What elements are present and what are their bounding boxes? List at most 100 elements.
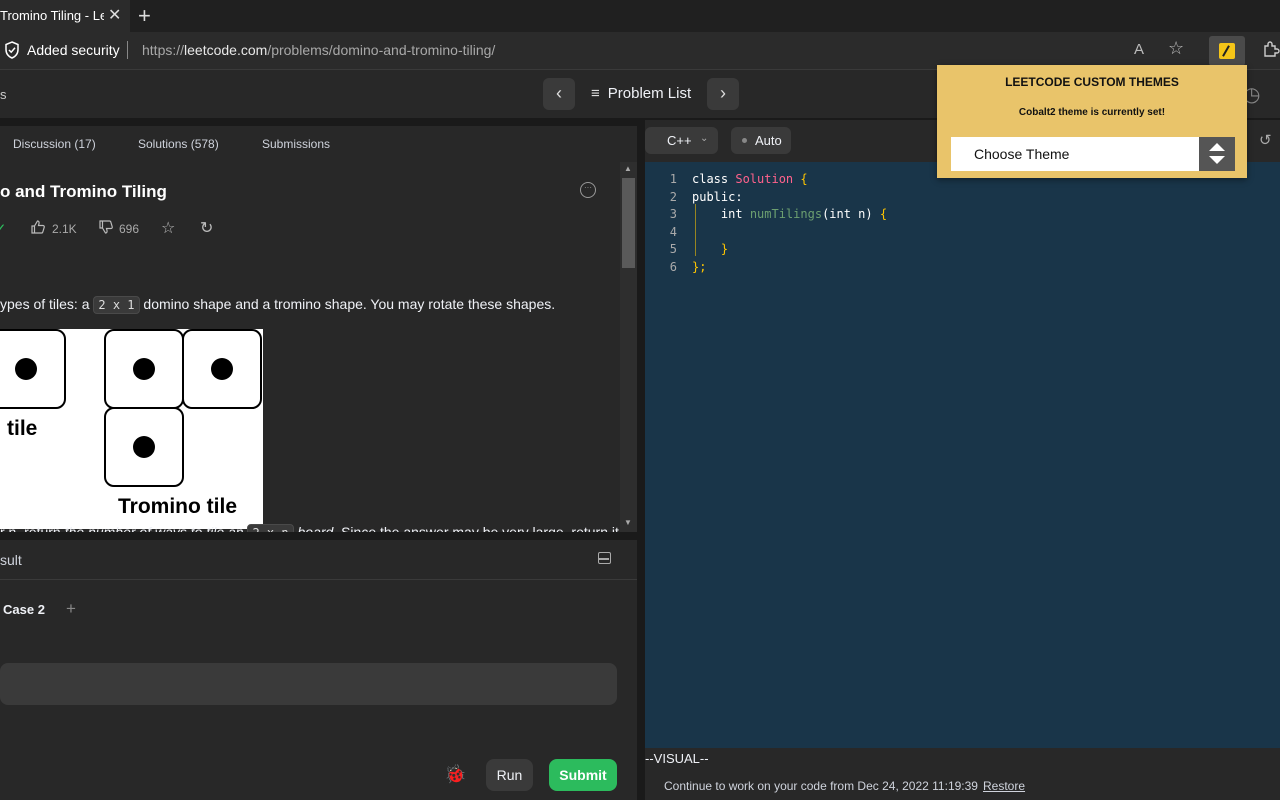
close-tab-icon[interactable]: ✕ bbox=[108, 5, 121, 25]
panel-divider-horizontal[interactable] bbox=[0, 532, 637, 540]
next-problem-button[interactable]: › bbox=[707, 78, 739, 110]
inline-code-2xn: 2 x n bbox=[247, 524, 294, 532]
case-2-tab[interactable]: Case 2 bbox=[3, 602, 45, 617]
star-icon[interactable]: ☆ bbox=[161, 218, 175, 238]
theme-select[interactable]: Choose Theme bbox=[951, 137, 1235, 171]
list-icon: ≡ bbox=[591, 85, 600, 102]
url-host: leetcode.com bbox=[184, 42, 268, 58]
desc-text: . Since the answer may be very large, re… bbox=[333, 524, 619, 532]
scroll-down-arrow-icon[interactable]: ▼ bbox=[624, 518, 632, 527]
desc-text: r n, return bbox=[0, 524, 65, 532]
custom-themes-popup: LEETCODE CUSTOM THEMES Cobalt2 theme is … bbox=[937, 65, 1247, 178]
add-case-icon[interactable]: + bbox=[66, 599, 76, 619]
desc-italic: board bbox=[297, 524, 334, 532]
testcase-input[interactable] bbox=[0, 663, 617, 705]
desc-italic: the number of ways to tile an bbox=[64, 524, 244, 532]
code-line: int numTilings(int n) { bbox=[692, 207, 887, 221]
tromino-dot bbox=[133, 436, 155, 458]
domino-dot bbox=[15, 358, 37, 380]
run-button[interactable]: Run bbox=[486, 759, 533, 791]
code-function-name: numTilings bbox=[749, 207, 823, 221]
browser-tab[interactable]: Tromino Tiling - LeetCode ✕ bbox=[0, 0, 130, 32]
prev-problem-button[interactable]: ‹ bbox=[543, 78, 575, 110]
code-editor[interactable]: 1 2 3 4 5 6 class Solution { public: int… bbox=[645, 162, 1280, 748]
desc-text: ypes of tiles: a bbox=[0, 296, 94, 312]
share-icon[interactable]: ↻ bbox=[200, 218, 213, 238]
code-line: class Solution { bbox=[692, 172, 808, 186]
extensions-puzzle-icon[interactable] bbox=[1262, 40, 1280, 58]
restore-message: Continue to work on your code from Dec 2… bbox=[664, 779, 978, 793]
language-select[interactable]: C++ ⌄ bbox=[645, 127, 718, 154]
tab-submissions[interactable]: Submissions bbox=[262, 137, 330, 151]
read-aloud-icon[interactable]: A bbox=[1134, 41, 1144, 58]
url-prefix: https:// bbox=[142, 42, 185, 58]
problem-list-label: Problem List bbox=[607, 85, 692, 102]
code-keyword: int bbox=[720, 207, 750, 221]
security-label[interactable]: Added security bbox=[27, 42, 120, 58]
code-line: }; bbox=[692, 260, 706, 274]
extension-logo-icon bbox=[1219, 43, 1235, 59]
description-tabs: Discussion (17) Solutions (578) Submissi… bbox=[0, 126, 637, 162]
address-separator bbox=[127, 41, 128, 59]
code-keyword: class bbox=[692, 172, 736, 186]
line-number: 2 bbox=[669, 190, 677, 204]
submit-button[interactable]: Submit bbox=[549, 759, 617, 791]
line-number: 1 bbox=[669, 172, 677, 186]
code-brace: } bbox=[720, 242, 729, 256]
code-class-name: Solution bbox=[735, 172, 794, 186]
auto-button[interactable]: Auto bbox=[731, 127, 791, 154]
thumbs-down-icon[interactable] bbox=[98, 219, 114, 235]
restore-link[interactable]: Restore bbox=[983, 779, 1025, 793]
domino-tile-label: tile bbox=[7, 417, 38, 440]
code-brace: }; bbox=[692, 260, 707, 274]
scroll-up-arrow-icon[interactable]: ▲ bbox=[624, 164, 632, 173]
problem-title: o and Tromino Tiling bbox=[0, 182, 167, 201]
debug-bug-icon[interactable]: 🐞 bbox=[444, 764, 466, 785]
theme-select-value: Choose Theme bbox=[974, 146, 1070, 162]
code-line: public: bbox=[692, 190, 743, 204]
tab-title: Tromino Tiling - LeetCode bbox=[0, 8, 104, 23]
favorites-icon[interactable]: ☆ bbox=[1168, 38, 1184, 59]
panel-layout-icon[interactable] bbox=[598, 552, 611, 564]
problem-description: o and Tromino Tiling ··· ✓ 2.1K 696 ☆ ↻ … bbox=[0, 162, 637, 532]
test-result-tab[interactable]: sult bbox=[0, 552, 22, 568]
vim-mode-indicator: --VISUAL-- bbox=[645, 751, 709, 766]
browser-tab-bar: Tromino Tiling - LeetCode ✕ + bbox=[0, 0, 1280, 32]
nav-partial-text: s bbox=[0, 87, 7, 102]
auto-status-dot bbox=[742, 138, 747, 143]
more-options-icon[interactable]: ··· bbox=[580, 182, 596, 198]
problem-list-button[interactable]: ≡ Problem List bbox=[591, 85, 691, 102]
url-path: /problems/domino-and-tromino-tiling/ bbox=[267, 42, 496, 58]
url-field[interactable]: https://leetcode.com/problems/domino-and… bbox=[142, 42, 495, 58]
tab-discussion[interactable]: Discussion (17) bbox=[13, 137, 96, 151]
code-keyword: public: bbox=[692, 190, 743, 204]
code-brace: { bbox=[793, 172, 808, 186]
select-arrows-icon[interactable] bbox=[1199, 137, 1235, 171]
result-header: sult bbox=[0, 540, 637, 580]
testcase-panel: sult Case 2 + 🐞 Run Submit bbox=[0, 540, 637, 800]
new-tab-icon[interactable]: + bbox=[138, 3, 151, 29]
tromino-tile-label: Tromino tile bbox=[118, 495, 238, 518]
popup-title: LEETCODE CUSTOM THEMES bbox=[1005, 75, 1179, 89]
code-args: (int n) bbox=[822, 207, 880, 221]
thumbs-up-icon[interactable] bbox=[30, 219, 46, 235]
dislike-count: 696 bbox=[119, 222, 140, 236]
panel-divider-vertical[interactable] bbox=[637, 118, 645, 800]
problem-statement-line-1: ypes of tiles: a 2 x 1 domino shape and … bbox=[0, 296, 555, 314]
tromino-dot bbox=[133, 358, 155, 380]
reset-code-icon[interactable]: ↺ bbox=[1259, 131, 1272, 149]
scrollbar-thumb[interactable] bbox=[622, 178, 635, 268]
auto-label: Auto bbox=[755, 133, 782, 148]
solved-check-icon: ✓ bbox=[0, 221, 7, 238]
tiles-illustration: tile Tromino tile bbox=[0, 329, 263, 529]
language-value: C++ bbox=[667, 133, 692, 148]
desc-text: domino shape and a tromino shape. You ma… bbox=[139, 296, 556, 312]
tab-solutions[interactable]: Solutions (578) bbox=[138, 137, 219, 151]
inline-code-2x1: 2 x 1 bbox=[93, 296, 140, 314]
line-number: 4 bbox=[669, 225, 677, 239]
tromino-dot bbox=[211, 358, 233, 380]
problem-statement-line-2: r n, return the number of ways to tile a… bbox=[0, 524, 619, 532]
editor-status-bar: --VISUAL-- Continue to work on your code… bbox=[645, 748, 1280, 800]
shield-icon[interactable] bbox=[4, 41, 20, 59]
